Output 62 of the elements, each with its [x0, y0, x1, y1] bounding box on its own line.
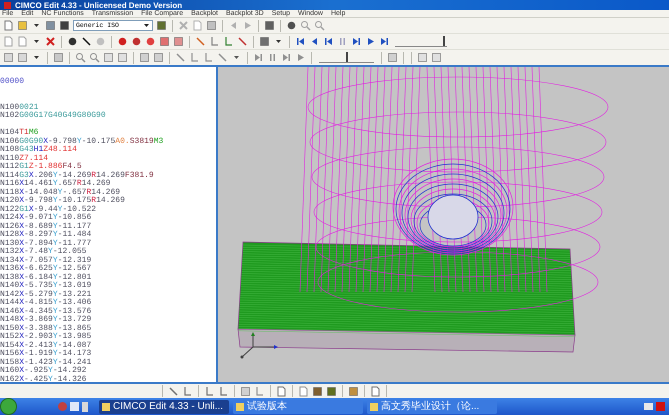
pause-icon[interactable]	[267, 52, 278, 63]
code-line: N162X-.425Y-14.326	[0, 376, 88, 382]
line-tool-icon[interactable]	[175, 52, 186, 63]
code-line: 00000	[0, 78, 26, 86]
search-icon[interactable]	[314, 20, 325, 31]
code-line: N102G00G17G40G49G80G90	[0, 112, 107, 120]
code-line: N128X-8.297Y-11.484	[0, 231, 92, 240]
code-line: N156X-1.919Y-14.173	[0, 350, 92, 358]
code-line: N116X14.461Y.657R14.269	[0, 180, 112, 188]
code-line: N1000021	[0, 104, 40, 112]
code-line: N112G1Z-1.886F4.5	[0, 163, 83, 172]
code-line: N130X-7.894Y-11.777	[0, 240, 92, 248]
elbow-tool-icon[interactable]	[189, 52, 200, 63]
code-line: N122G1X-9.44Y-10.522	[0, 206, 98, 214]
code-line: N106G0G90X-9.798Y-10.175A0.S3819M3	[0, 138, 164, 146]
slider-track[interactable]	[395, 36, 447, 47]
code-line: N120X-9.798Y-10.175R14.269	[0, 197, 126, 206]
play-icon[interactable]	[365, 36, 376, 47]
code-line: N146X-4.345Y-13.576	[0, 308, 92, 316]
code-line: N150X-3.388Y-13.865	[0, 324, 92, 332]
new-file-icon[interactable]	[3, 20, 14, 31]
line-tool-icon[interactable]	[195, 36, 206, 47]
step-forward-icon[interactable]	[281, 52, 292, 63]
app-icon	[4, 2, 11, 8]
copy-icon[interactable]	[192, 20, 203, 31]
taskbar-button[interactable]: 高文秀毕业设计（论...	[367, 400, 497, 414]
skip-end-icon[interactable]	[253, 52, 264, 63]
code-line: N118X-14.048Y-.657R14.269	[0, 188, 122, 196]
window-title: CIMCO Edit 4.33 - Unlicensed Demo Version	[15, 0, 182, 10]
step-forward-icon[interactable]	[351, 36, 362, 47]
skip-start-icon[interactable]	[295, 36, 306, 47]
skip-end-icon[interactable]	[379, 36, 390, 47]
code-line: N126X-8.689Y-11.177	[0, 222, 92, 230]
taskbar-button[interactable]: CIMCO Edit 4.33 - Unli...	[99, 400, 229, 414]
elbow-tool-icon[interactable]	[209, 36, 220, 47]
code-line: N142X-5.279Y-13.221	[0, 290, 92, 298]
code-line: N158X-1.423Y-14.241	[0, 358, 92, 366]
start-button[interactable]	[0, 398, 17, 415]
code-line: N144X-4.815Y-13.406	[0, 299, 92, 308]
code-line: N154X-2.413Y-14.087	[0, 342, 92, 350]
code-line: N108G43H1Z48.114	[0, 146, 78, 154]
code-line: N110Z7.114	[0, 154, 50, 162]
code-line: N160X-.925Y-14.292	[0, 367, 88, 376]
code-line: N148X-3.869Y-13.729	[0, 316, 92, 324]
code-line: N140X-5.735Y-13.019	[0, 282, 92, 290]
code-line: N138X-6.184Y-12.801	[0, 274, 92, 282]
dropdown-icon	[143, 22, 150, 29]
taskbar-button[interactable]: 试验版本	[233, 400, 363, 414]
code-line: N104T1M6	[0, 129, 40, 138]
redo-icon[interactable]	[242, 20, 253, 31]
axis-triad-icon	[240, 332, 278, 358]
code-line: N152X-2.903Y-13.985	[0, 333, 92, 342]
step-back-icon[interactable]	[323, 36, 334, 47]
code-line: N132X-7.48Y-12.055	[0, 248, 88, 256]
code-line: N134X-7.057Y-12.319	[0, 256, 92, 264]
close-icon[interactable]	[45, 36, 56, 47]
play-icon[interactable]	[295, 52, 306, 63]
code-line: N136X-6.625Y-12.567	[0, 265, 92, 274]
code-line: N124X-9.071Y-10.856	[0, 214, 92, 222]
code-line: N114G3X.206Y-14.269R14.269F381.9	[0, 172, 155, 180]
code-editor[interactable]	[0, 67, 218, 382]
document-icon[interactable]	[3, 36, 14, 47]
